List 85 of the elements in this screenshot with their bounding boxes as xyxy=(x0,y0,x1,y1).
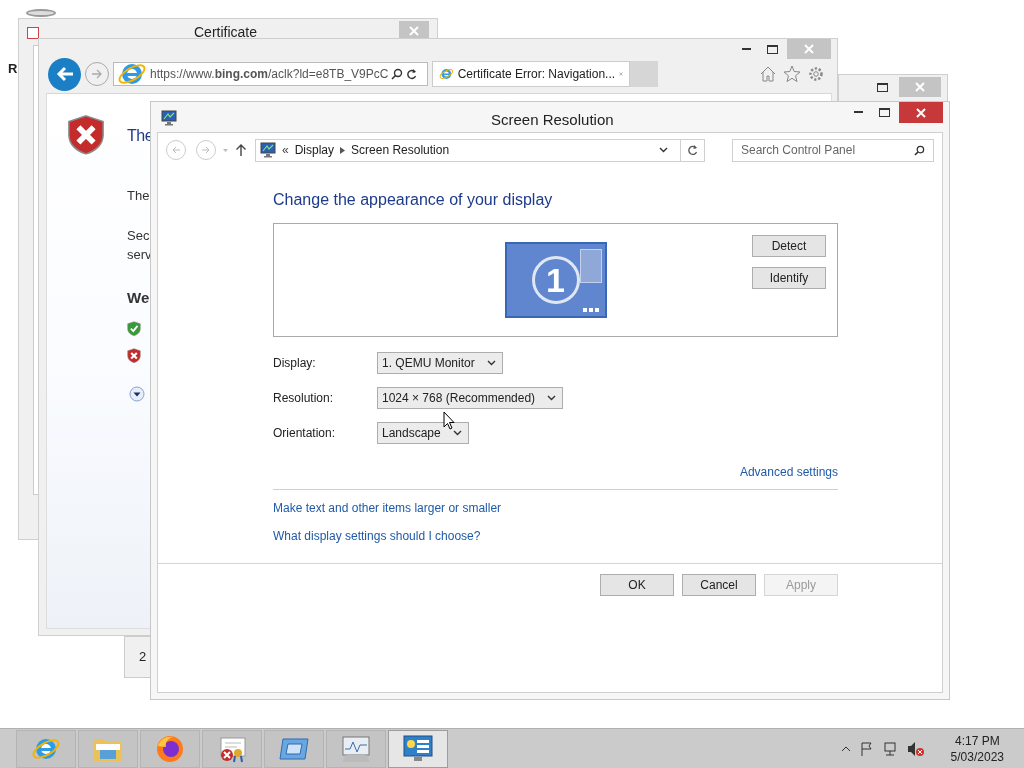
window-text: 2 xyxy=(139,648,147,667)
address-bar[interactable]: « Display Screen Resolution xyxy=(255,138,705,162)
refresh-icon xyxy=(687,144,698,156)
search-field[interactable]: Search Control Panel xyxy=(732,138,934,162)
back-arrow-icon xyxy=(55,66,74,82)
minimize-icon xyxy=(741,47,751,51)
address-bar[interactable]: https://www.bing.com/aclk?ld=e8TB_V9PcC xyxy=(113,62,428,86)
help-link[interactable]: What display settings should I choose? xyxy=(273,527,481,545)
back-button[interactable] xyxy=(48,57,81,91)
clock-time[interactable]: 4:17 PM xyxy=(954,732,1000,749)
mouse-pointer-icon xyxy=(443,411,455,430)
muted-speaker-icon[interactable] xyxy=(906,740,925,757)
forward-arrow-icon xyxy=(91,69,103,79)
window-title: Screen Resolution xyxy=(491,110,614,130)
taskbar-button[interactable] xyxy=(140,729,200,768)
window-icon xyxy=(278,735,310,762)
flag-icon[interactable] xyxy=(858,740,875,757)
back-arrow-icon xyxy=(171,146,181,154)
refresh-icon xyxy=(406,68,418,80)
display-settings-icon xyxy=(402,733,434,764)
search-input[interactable]: Search Control Panel xyxy=(741,141,914,159)
taskbar-button[interactable] xyxy=(388,729,448,768)
breadcrumb-separator: « xyxy=(282,142,289,159)
settings-icon[interactable] xyxy=(807,65,825,83)
taskbar-button[interactable] xyxy=(264,729,324,768)
help-link[interactable]: Make text and other items larger or smaller xyxy=(273,499,502,517)
monitor-icon xyxy=(260,142,276,158)
address-text: https://www.bing.com/aclk?ld=e8TB_V9PcC xyxy=(150,66,389,83)
setting-label: Orientation: xyxy=(273,425,337,442)
setting-label: Resolution: xyxy=(273,390,335,407)
preview-button[interactable]: Detect xyxy=(752,235,826,257)
star-icon[interactable] xyxy=(783,65,801,83)
setting-dropdown[interactable]: 1. QEMU Monitor xyxy=(377,352,503,374)
dropdown-caret-icon xyxy=(659,147,668,153)
dropdown-caret-icon xyxy=(486,360,496,366)
check-shield-icon xyxy=(127,321,141,337)
advanced-settings-link[interactable]: Advanced settings xyxy=(739,463,838,481)
home-icon[interactable] xyxy=(759,65,777,83)
window-title: Certificate xyxy=(194,24,258,40)
taskbar-button[interactable] xyxy=(78,729,138,768)
maximize-icon xyxy=(876,82,888,92)
close-icon xyxy=(409,26,419,36)
up-arrow-icon[interactable] xyxy=(235,143,247,157)
breadcrumb-item[interactable]: Display xyxy=(294,141,335,159)
dropdown-caret-icon xyxy=(547,395,557,401)
close-button[interactable] xyxy=(899,102,943,123)
dialog-button[interactable]: OK xyxy=(600,574,674,596)
close-icon xyxy=(804,44,814,54)
preview-button[interactable]: Identify xyxy=(752,267,826,289)
window-icon xyxy=(579,249,602,283)
error-shield-icon xyxy=(67,114,105,156)
monitor-number: 1 xyxy=(531,256,580,304)
performance-monitor-icon xyxy=(340,733,372,764)
dialog-button[interactable]: Cancel xyxy=(682,574,756,596)
network-icon[interactable] xyxy=(882,740,899,757)
page-heading: Change the appearance of your display xyxy=(273,190,554,210)
taskbar-button[interactable] xyxy=(202,729,262,768)
browser-tab[interactable]: Certificate Error: Navigation... xyxy=(432,61,630,87)
show-hidden-icons-icon[interactable] xyxy=(840,745,851,752)
close-icon xyxy=(915,82,925,92)
firefox-icon xyxy=(155,733,185,764)
search-icon xyxy=(391,68,404,80)
page-subheading: We xyxy=(127,287,151,308)
setting-dropdown[interactable]: Landscape xyxy=(377,422,469,444)
setting-dropdown[interactable]: 1024 × 768 (Recommended) xyxy=(377,387,564,409)
forward-arrow-icon xyxy=(201,146,211,154)
dropdown-caret-icon xyxy=(452,430,462,436)
monitor-icon xyxy=(161,110,177,126)
close-tab-icon xyxy=(619,70,623,78)
maximize-icon xyxy=(766,44,778,54)
minimize-icon xyxy=(853,110,863,114)
page-text: Sec xyxy=(127,226,151,245)
error-shield-icon xyxy=(127,348,141,364)
breadcrumb-item[interactable]: Screen Resolution xyxy=(351,141,450,159)
maximize-icon xyxy=(878,107,890,117)
setting-label: Display: xyxy=(273,355,317,372)
page-text: serv xyxy=(127,246,152,264)
dots-icon xyxy=(582,308,599,312)
monitor-thumbnail[interactable]: 1 xyxy=(504,242,607,318)
page-text: The xyxy=(127,187,151,205)
desktop-text: R xyxy=(8,60,18,78)
breadcrumb-arrow-icon xyxy=(340,146,346,154)
close-icon xyxy=(916,107,926,118)
search-icon xyxy=(914,144,925,156)
clock-date[interactable]: 5/03/2023 xyxy=(950,748,1004,765)
